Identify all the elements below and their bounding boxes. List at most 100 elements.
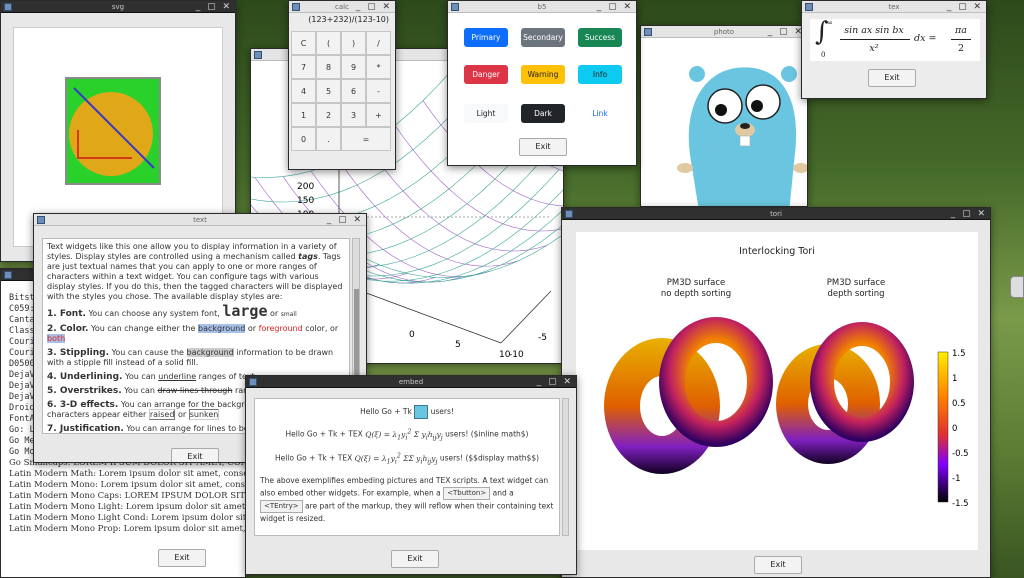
calc-key[interactable]: . [316,127,341,151]
fraction-bar [840,39,910,40]
rhs-denominator: 2 [957,43,965,54]
calc-key[interactable]: / [366,31,391,55]
sunken-sample: sunken [188,409,220,420]
success-button[interactable]: Success [578,28,622,47]
tori-titlebar[interactable]: tori _ ▢ ✕ [562,208,990,220]
calc-key[interactable]: C [291,31,316,55]
item-title: 5. Overstrikes. [47,386,122,396]
window-controls[interactable]: _ ▢ ✕ [951,208,987,220]
calc-window: calc _ ▢ ✕ (123+232)/(123-10) C()/ 7 8 9 * 4 5 6… [288,0,396,170]
calc-key[interactable]: 0 [291,127,316,151]
hello-text: Hello Go + Tk + TEX [285,429,363,439]
text-titlebar[interactable]: text _ ▢ ✕ [34,214,366,226]
photo-window: photo _ ▢ ✕ [640,25,808,207]
embed-paragraph: The above exemplifies embeding pictures … [260,475,554,525]
both-sample: both [47,334,66,343]
item-text: or [247,324,257,333]
b5-exit-button[interactable]: Exit [519,138,567,156]
fonts-exit-button[interactable]: Exit [158,549,206,567]
info-button[interactable]: Info [578,65,622,84]
calc-key[interactable]: 5 [316,79,341,103]
window-title: svg [111,3,125,11]
embed-exit-button[interactable]: Exit [391,550,439,568]
danger-button[interactable]: Danger [464,65,508,84]
y-tick: -5 [538,333,547,343]
scrollbar-thumb[interactable] [354,289,359,389]
secondary-button[interactable]: Secondary [521,28,565,47]
foreground-sample: foreground [258,324,303,333]
item-text: or [270,309,279,318]
large-text: large [222,302,268,320]
item-text: characters appear either [47,410,147,419]
calc-key[interactable]: * [366,55,391,79]
window-controls[interactable]: _ ▢ ✕ [947,1,983,13]
item-title: 6. 3-D effects. [47,400,119,410]
primary-button[interactable]: Primary [464,28,508,47]
window-title: text [193,216,207,224]
calc-key[interactable]: ) [341,31,366,55]
intro-text: Text widgets like this one allow you to … [47,242,337,261]
gopher-icon [414,405,429,419]
window-controls[interactable]: _ ▢ ✕ [196,1,232,13]
photo-titlebar[interactable]: photo _ ▢ ✕ [641,26,807,38]
window-controls[interactable]: _ ▢ ✕ [597,1,633,13]
item-stippling: 3. Stippling. You can cause the backgrou… [47,348,345,368]
font-sample-line: Latin Modern Math: Lorem ipsum dolor sit… [9,469,246,479]
link-button[interactable]: Link [578,104,622,123]
window-title: embed [398,378,424,386]
gopher-eye-right [745,84,781,120]
tbutton-widget[interactable]: <Tbutton> [443,487,491,500]
calc-key[interactable]: + [366,103,391,127]
embed-titlebar[interactable]: embed _ ▢ ✕ [246,376,576,388]
app-icon [565,210,573,218]
item-title: 2. Color. [47,324,89,334]
window-controls[interactable]: _ ▢ ✕ [537,376,573,388]
window-controls[interactable]: _ ▢ ✕ [356,1,392,13]
calc-key[interactable]: - [366,79,391,103]
calc-key[interactable]: ( [316,31,341,55]
calc-key[interactable]: 7 [291,55,316,79]
desktop-side-widget[interactable] [1010,276,1024,298]
tentry-widget[interactable]: <TEntry> [260,500,303,513]
calc-key[interactable]: 1 [291,103,316,127]
dx-equals: dx = [914,33,937,44]
denominator: x² [869,43,879,54]
colorbar-tick: 0.5 [952,399,966,409]
x-tick: 5 [455,340,461,350]
tori-exit-button[interactable]: Exit [754,556,802,574]
tex-window: tex _ ▢ ✕ ∫ ∞ 0 sin ax sin bx x² dx = πa … [801,0,987,99]
calc-key[interactable]: 3 [341,103,366,127]
mesh-line [350,234,563,278]
calc-titlebar[interactable]: calc _ ▢ ✕ [289,1,395,13]
embed-text-area[interactable]: Hello Go + Tk users! Hello Go + Tk + TEX… [254,398,560,536]
warning-button[interactable]: Warning [521,65,565,84]
background-sample: background [198,324,246,333]
hello-line-2: Hello Go + Tk + TEX Q(ξ) = λ1yi2 Σ yihij… [260,427,554,443]
calc-key[interactable]: 6 [341,79,366,103]
embed-scrollbar[interactable] [562,398,569,536]
svg-titlebar[interactable]: svg _ ▢ ✕ [1,1,235,13]
window-controls[interactable]: _ ▢ ✕ [327,214,363,226]
tex-exit-button[interactable]: Exit [868,69,916,87]
app-icon [644,28,652,36]
calc-key[interactable]: 9 [341,55,366,79]
dark-button[interactable]: Dark [521,104,565,123]
numerator: sin ax sin bx [844,25,904,36]
b5-titlebar[interactable]: b5 _ ▢ ✕ [448,1,636,13]
calc-key[interactable]: 4 [291,79,316,103]
font-sample-line: Latin Modern Mono Caps: LOREM IPSUM DOLO… [9,491,246,501]
tori-window: tori _ ▢ ✕ Interlocking Tori PM3D surface… [561,207,991,578]
calc-key[interactable]: = [341,127,391,151]
item-title: 1. Font. [47,309,86,319]
window-controls[interactable]: _ ▢ ✕ [768,26,804,38]
font-sample-line: Latin Modern Mono Prop: Lorem ipsum dolo… [9,524,246,534]
window-title: photo [713,28,735,36]
calc-key[interactable]: 2 [316,103,341,127]
tex-titlebar[interactable]: tex _ ▢ ✕ [802,1,986,13]
window-title: tori [770,210,782,218]
font-sample-line: Latin Modern Mono Light Cond: Lorem ipsu… [9,513,246,523]
calc-key[interactable]: 8 [316,55,341,79]
light-button[interactable]: Light [464,104,508,123]
text-exit-button[interactable]: Exit [171,448,219,462]
small-text: small [280,311,297,318]
